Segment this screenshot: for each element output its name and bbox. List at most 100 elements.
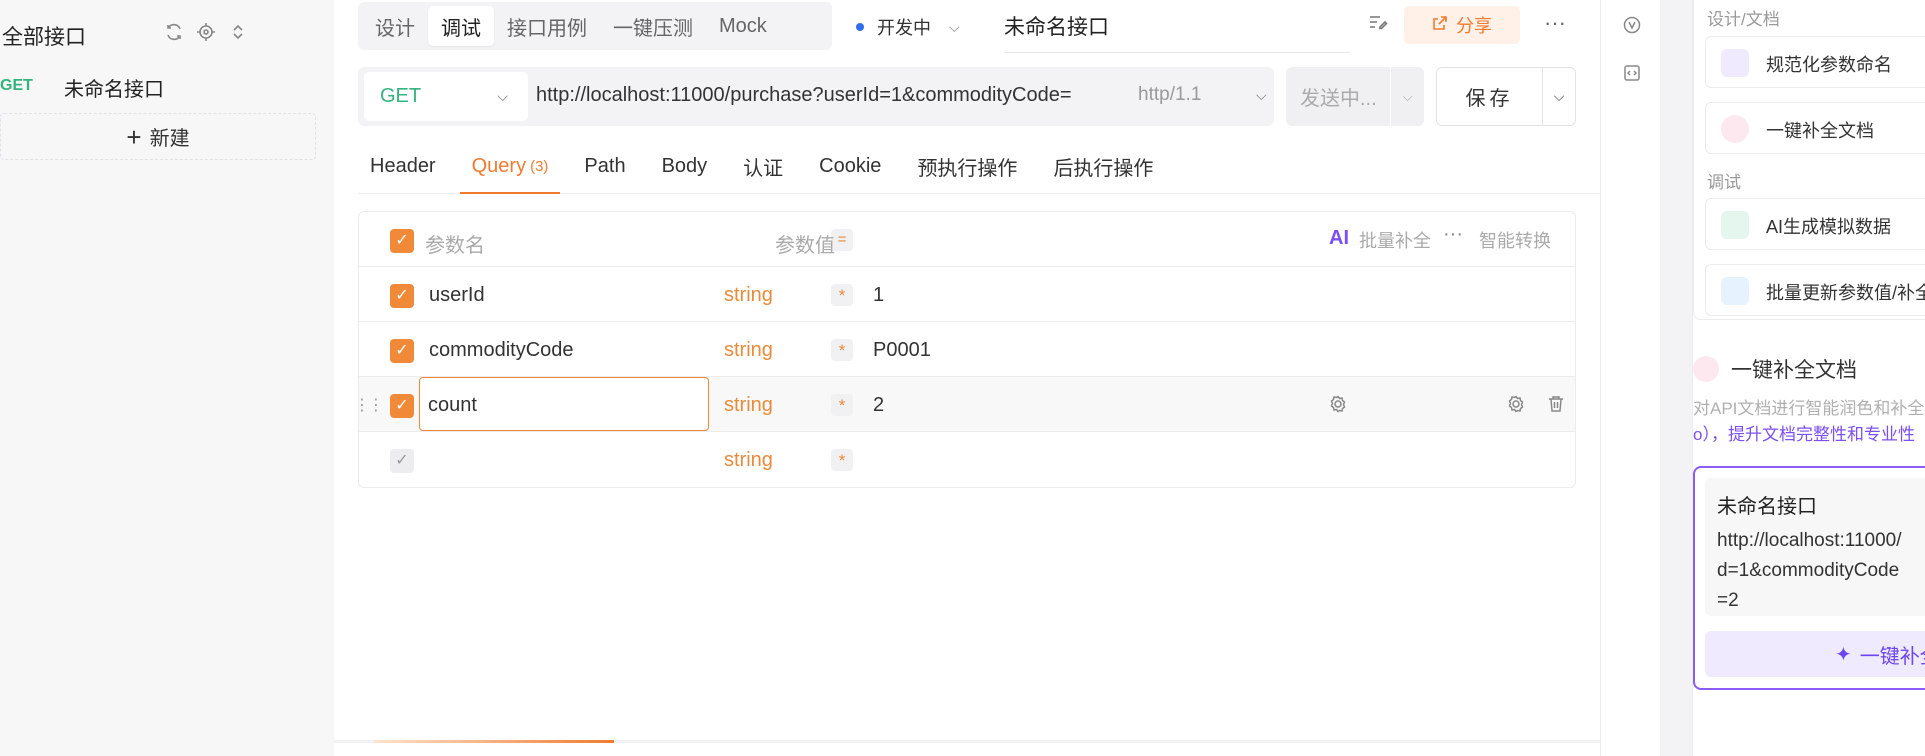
refresh-icon[interactable] xyxy=(164,22,186,44)
status-label: 开发中 xyxy=(877,18,931,38)
more-icon[interactable]: ··· xyxy=(1443,223,1463,246)
tab-mock[interactable]: Mock xyxy=(706,6,780,46)
param-value-header: 参数值 xyxy=(775,235,835,257)
edit-list-icon[interactable] xyxy=(1368,13,1388,36)
trash-icon[interactable] xyxy=(1547,395,1565,418)
tab-label: 预执行操作 xyxy=(917,158,1018,180)
param-value[interactable]: P0001 xyxy=(873,339,931,362)
code-icon[interactable] xyxy=(1623,64,1641,82)
chevron-down-icon[interactable]: ⌵ xyxy=(1391,89,1424,105)
panel-divider xyxy=(1660,0,1692,756)
row-checkbox[interactable]: ✓ xyxy=(390,339,414,363)
protocol-select[interactable]: http/1.1 xyxy=(1138,84,1201,106)
row-checkbox[interactable]: ✓ xyxy=(390,449,414,473)
progress-fill xyxy=(374,740,614,743)
normalize-param-names-card[interactable]: 规范化参数命名 xyxy=(1705,36,1925,88)
settings-gear-icon[interactable] xyxy=(1507,395,1525,418)
sidebar-item-unnamed-api[interactable]: GET 未命名接口 xyxy=(0,68,316,104)
more-icon[interactable]: ··· xyxy=(1538,10,1572,40)
tab-cookie[interactable]: Cookie xyxy=(807,140,893,193)
api-name-input[interactable]: 未命名接口 xyxy=(1004,11,1350,53)
complete-docs-section: 一键补全文档 xyxy=(1693,354,1857,384)
tab-debug[interactable]: 调试 xyxy=(428,6,494,46)
icon-rail xyxy=(1600,0,1660,756)
mode-tabs: 设计 调试 接口用例 一键压测 Mock xyxy=(358,2,832,50)
tab-path[interactable]: Path xyxy=(572,140,637,193)
required-marker[interactable]: * xyxy=(831,449,853,471)
param-type[interactable]: string xyxy=(724,339,773,362)
drag-handle-icon[interactable]: ⋮⋮ xyxy=(354,395,384,415)
progress-bar xyxy=(334,740,1600,743)
table-row: ✓ commodityCode string * P0001 xyxy=(359,322,1575,377)
chevron-down-icon: ⌵ xyxy=(1256,87,1267,103)
table-row: ✓ userId string * 1 xyxy=(359,267,1575,322)
sidebar-item-label: 未命名接口 xyxy=(64,79,164,101)
param-value[interactable]: 2 xyxy=(873,394,884,417)
complete-docs-icon xyxy=(1693,356,1719,382)
bulk-fill-button[interactable]: 批量补全 xyxy=(1359,227,1431,253)
expand-collapse-icon[interactable] xyxy=(228,22,250,44)
param-name[interactable]: commodityCode xyxy=(429,339,574,362)
url-input[interactable]: http://localhost:11000/purchase?userId=1… xyxy=(536,84,1072,107)
send-label: 发送中... xyxy=(1300,88,1377,110)
complete-docs-icon xyxy=(1721,115,1749,143)
desc-line: 对API文档进行智能润色和补全 xyxy=(1693,399,1925,418)
card-label: AI生成模拟数据 xyxy=(1766,217,1892,237)
required-marker[interactable]: * xyxy=(831,339,853,361)
row-checkbox[interactable]: ✓ xyxy=(390,394,414,418)
save-button[interactable]: 保存 ⌵ xyxy=(1436,67,1576,126)
tab-pre-request[interactable]: 预执行操作 xyxy=(905,140,1029,193)
tab-label: 认证 xyxy=(743,158,784,180)
tab-load-test[interactable]: 一键压测 xyxy=(600,6,706,46)
row-checkbox[interactable]: ✓ xyxy=(390,284,414,308)
smart-convert-button[interactable]: 智能转换 xyxy=(1479,227,1551,253)
new-api-button[interactable]: + 新建 xyxy=(0,113,316,160)
tab-post-request[interactable]: 后执行操作 xyxy=(1041,140,1165,193)
tab-body[interactable]: Body xyxy=(650,140,720,193)
share-button[interactable]: 分享 xyxy=(1404,6,1520,44)
card-label: 批量更新参数值/补全 xyxy=(1766,283,1925,303)
version-icon[interactable] xyxy=(1623,16,1641,34)
url-bar: GET ⌵ http://localhost:11000/purchase?us… xyxy=(358,67,1274,126)
preview-title: 未命名接口 xyxy=(1717,496,1817,518)
chevron-down-icon[interactable]: ⌵ xyxy=(1543,88,1575,105)
method-value: GET xyxy=(380,85,422,107)
param-name[interactable]: userId xyxy=(429,284,485,307)
param-name-editor[interactable]: count xyxy=(419,377,709,431)
section-design-docs: 设计/文档 xyxy=(1707,10,1780,29)
complete-docs-label: 一键补全 xyxy=(1859,645,1925,668)
tab-query[interactable]: Query (3) xyxy=(459,140,561,194)
section-debug: 调试 xyxy=(1707,173,1741,192)
save-label: 保存 xyxy=(1465,88,1514,110)
locate-icon[interactable] xyxy=(196,22,218,44)
chevron-down-icon: ⌵ xyxy=(949,18,960,35)
param-name-input[interactable]: count xyxy=(428,394,477,417)
method-select[interactable]: GET ⌵ xyxy=(364,72,528,121)
required-marker[interactable]: * xyxy=(831,284,853,306)
complete-docs-card[interactable]: 一键补全文档 xyxy=(1705,102,1925,154)
bulk-update-card[interactable]: 批量更新参数值/补全 xyxy=(1705,264,1925,316)
tab-count: (3) xyxy=(530,158,549,175)
api-sidebar: 全部接口 GET 未命名接口 + 新建 xyxy=(0,0,334,756)
send-button[interactable]: 发送中... ⌵ xyxy=(1286,67,1424,126)
card-label: 一键补全文档 xyxy=(1766,121,1874,141)
required-marker[interactable]: * xyxy=(831,394,853,416)
tab-design[interactable]: 设计 xyxy=(362,6,428,46)
request-subtabs: Header Query (3) Path Body 认证 Cookie 预执行操… xyxy=(358,140,1600,194)
mock-data-icon xyxy=(1721,211,1749,239)
plus-icon: + xyxy=(126,121,142,152)
ai-mock-data-card[interactable]: AI生成模拟数据 xyxy=(1705,198,1925,250)
param-type[interactable]: string xyxy=(724,284,773,307)
tab-label: Header xyxy=(370,155,436,177)
select-all-checkbox[interactable]: ✓ xyxy=(390,229,414,253)
status-dropdown[interactable]: 开发中 ⌵ xyxy=(856,14,960,40)
tab-test-cases[interactable]: 接口用例 xyxy=(494,6,600,46)
complete-docs-button[interactable]: ✦ 一键补全 xyxy=(1705,631,1925,677)
settings-gear-icon[interactable] xyxy=(1329,395,1347,418)
tab-header[interactable]: Header xyxy=(358,140,448,193)
normalize-icon xyxy=(1721,49,1749,77)
param-value[interactable]: 1 xyxy=(873,284,884,307)
param-type[interactable]: string xyxy=(724,449,773,472)
param-type[interactable]: string xyxy=(724,394,773,417)
tab-auth[interactable]: 认证 xyxy=(731,140,795,193)
